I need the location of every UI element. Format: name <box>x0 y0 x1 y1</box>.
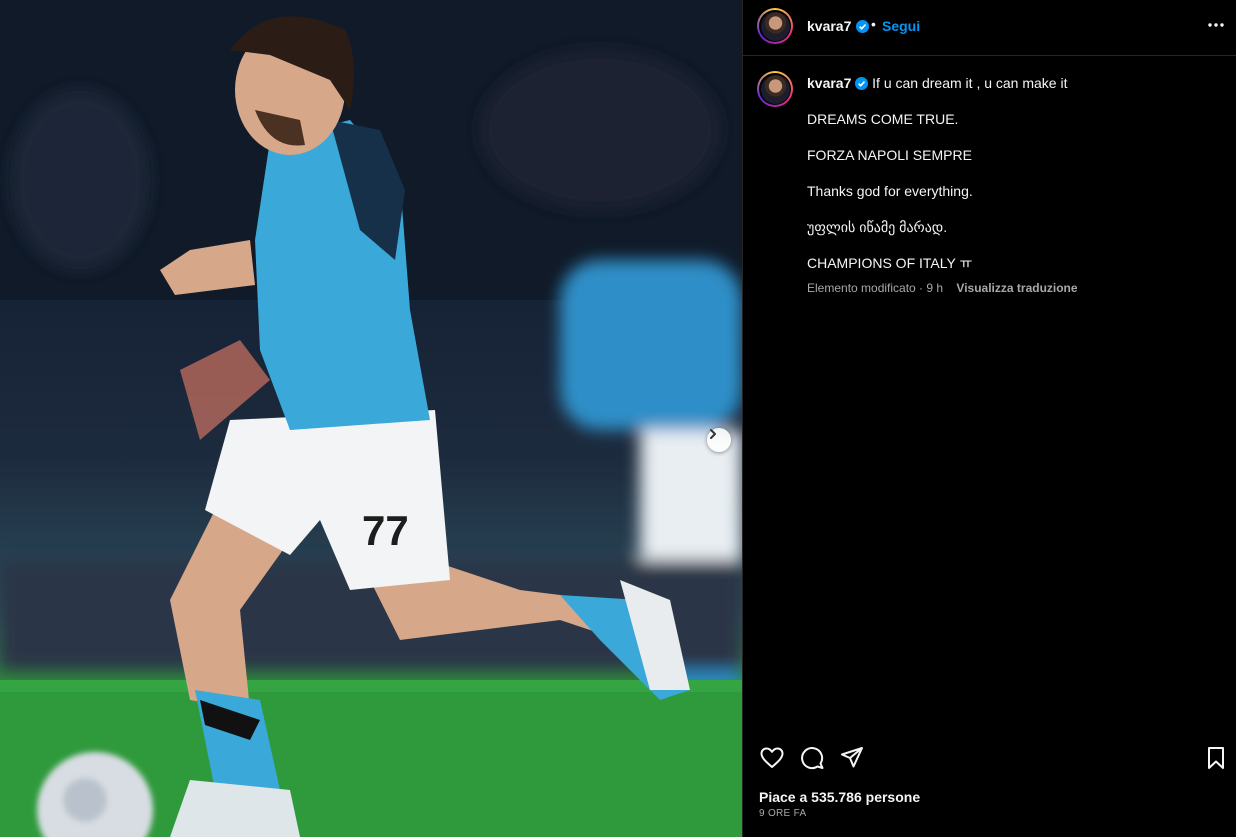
caption-meta: Elemento modificato · 9 h Visualizza tra… <box>807 279 1078 297</box>
post-image[interactable]: 77 <box>0 0 742 837</box>
avatar[interactable] <box>757 8 793 44</box>
post-sidebar: kvara7 • Segui kvara7 If u can dream it … <box>742 0 1236 837</box>
caption-avatar[interactable] <box>757 71 793 107</box>
post-photo-illustration: 77 <box>0 0 742 837</box>
comment-icon[interactable] <box>799 745 825 771</box>
next-image-button[interactable] <box>707 428 731 452</box>
likes-count[interactable]: Piace a 535.786 persone <box>759 789 920 805</box>
caption-first-line: If u can dream it , u can make it <box>872 75 1068 91</box>
post-caption: kvara7 If u can dream it , u can make it… <box>807 74 1217 295</box>
bookmark-icon[interactable] <box>1203 745 1229 771</box>
see-translation-button[interactable]: Visualizza traduzione <box>956 281 1077 295</box>
heart-icon[interactable] <box>759 745 785 771</box>
caption-line: DREAMS COME TRUE. <box>807 111 959 127</box>
caption-line: FORZA NAPOLI SEMPRE <box>807 147 972 163</box>
verified-badge-icon <box>855 20 869 33</box>
username-link[interactable]: kvara7 <box>807 18 851 34</box>
jersey-number: 77 <box>362 507 409 554</box>
more-horizontal-icon[interactable] <box>1205 14 1227 36</box>
post-timestamp: 9 ORE FA <box>759 808 807 819</box>
chevron-right-icon <box>710 429 716 439</box>
share-icon[interactable] <box>839 745 865 771</box>
caption-username[interactable]: kvara7 <box>807 75 851 91</box>
verified-badge-icon <box>855 77 869 90</box>
action-bar <box>743 745 1236 775</box>
separator-dot: • <box>871 16 876 32</box>
caption-line: CHAMPIONS OF ITALY ㅠ <box>807 255 973 271</box>
follow-button[interactable]: Segui <box>882 18 920 34</box>
edited-timestamp: Elemento modificato · 9 h <box>807 281 944 295</box>
post-header: kvara7 • Segui <box>743 0 1236 56</box>
caption-line: Thanks god for everything. <box>807 183 973 199</box>
caption-line: უფლის იწამე მარად. <box>807 219 948 235</box>
